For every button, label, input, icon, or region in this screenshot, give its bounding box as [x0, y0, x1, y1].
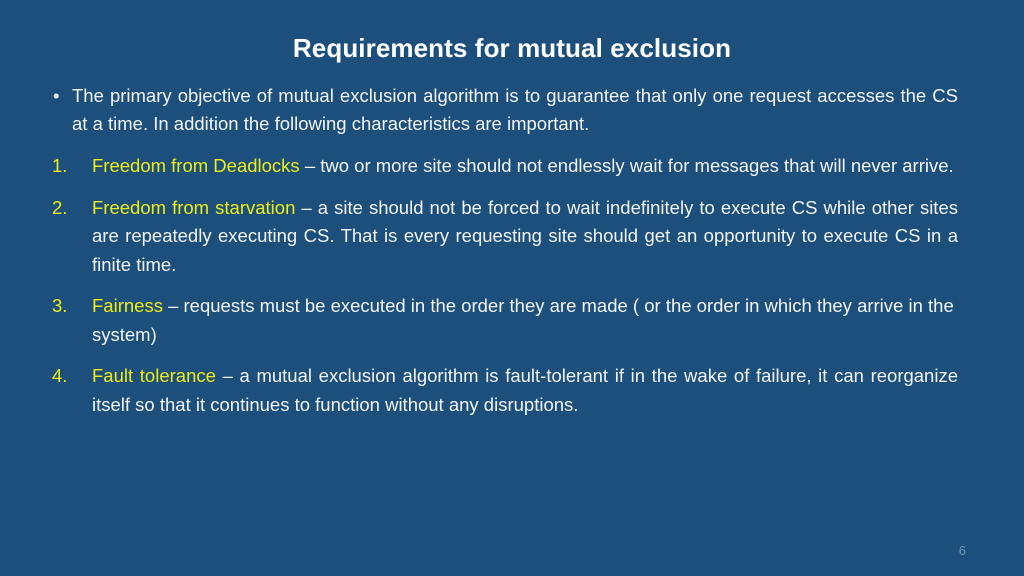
list-item-number: 4.	[52, 365, 68, 386]
list-item-term: Fault tolerance	[92, 365, 216, 386]
list-item-term: Freedom from Deadlocks	[92, 155, 300, 176]
list-item-description: – a mutual exclusion algorithm is fault-…	[92, 365, 958, 415]
list-item: 3. Fairness – requests must be executed i…	[50, 292, 958, 349]
list-item-description: – requests must be executed in the order…	[92, 295, 954, 345]
page-title: Requirements for mutual exclusion	[292, 33, 732, 63]
intro-bullet-text: The primary objective of mutual exclusio…	[72, 85, 958, 134]
page-number: 6	[958, 543, 966, 558]
list-item: 2. Freedom from starvation – a site shoul…	[50, 194, 958, 280]
list-item-term: Freedom from starvation	[92, 196, 296, 218]
list-item-term: Fairness	[92, 295, 163, 316]
bullet-dot-icon: •	[53, 85, 60, 106]
intro-bullet-paragraph: • The primary objective of mutual exclusi…	[50, 82, 958, 138]
list-item-number: 2.	[52, 196, 68, 218]
list-item: 4. Fault tolerance – a mutual exclusion a…	[50, 362, 958, 419]
slide-body: • The primary objective of mutual exclusi…	[50, 82, 958, 432]
list-item-number: 1.	[52, 155, 68, 176]
slide-canvas: Requirements for mutual exclusion • The p…	[0, 0, 1024, 576]
list-item-number: 3.	[52, 295, 68, 316]
list-item: 1. Freedom from Deadlocks – two or more s…	[50, 152, 958, 181]
list-item-description: – two or more site should not endlessly …	[299, 155, 954, 176]
